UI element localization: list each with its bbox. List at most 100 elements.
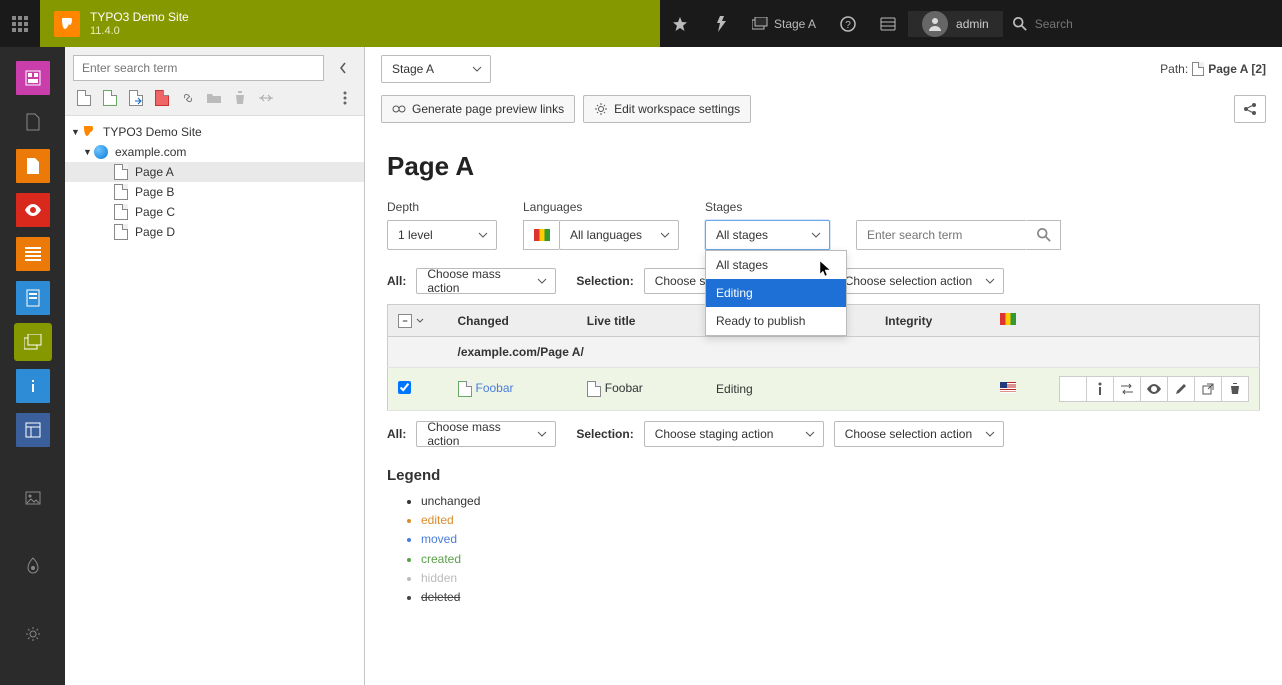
filter-search-wrap	[856, 220, 1027, 250]
stages-option-all[interactable]: All stages	[706, 251, 846, 279]
module-view[interactable]	[16, 193, 50, 227]
tree-more-icon[interactable]	[336, 89, 354, 107]
app-switcher-button[interactable]	[0, 0, 40, 47]
legend-deleted: deleted	[421, 588, 1260, 607]
tree-page-label: Page C	[135, 205, 175, 219]
module-listalt[interactable]	[16, 237, 50, 271]
legend-hidden: hidden	[421, 569, 1260, 588]
expand-all-toggle[interactable]: −	[398, 314, 438, 328]
module-media[interactable]	[16, 481, 50, 515]
row-preview-button[interactable]	[1140, 376, 1168, 402]
stages-dropdown: All stages Editing Ready to publish	[705, 250, 847, 336]
depth-select[interactable]: 1 level	[387, 220, 497, 250]
mass-action-select-bottom[interactable]: Choose mass action	[416, 421, 556, 447]
new-link-icon[interactable]	[179, 89, 197, 107]
delete-icon[interactable]	[231, 89, 249, 107]
generate-preview-button[interactable]: Generate page preview links	[381, 95, 575, 123]
languages-value: All languages	[570, 228, 642, 242]
top-bar: TYPO3 Demo Site 11.4.0 Stage A ? admin	[0, 0, 1282, 47]
tree-page-c[interactable]: Page C	[65, 202, 364, 222]
stages-select[interactable]: All stages	[705, 220, 830, 250]
language-flag-icon	[523, 220, 559, 250]
languages-select[interactable]: All languages	[559, 220, 679, 250]
mass-action-row-bottom: All: Choose mass action Selection: Choos…	[387, 421, 1260, 447]
all-label: All:	[387, 427, 406, 441]
user-menu[interactable]: admin	[908, 11, 1003, 37]
module-upgrade[interactable]	[16, 549, 50, 583]
tree-page-a[interactable]: Page A	[65, 162, 364, 182]
new-shortcut-icon[interactable]	[127, 89, 145, 107]
tree-root-label: TYPO3 Demo Site	[103, 125, 202, 139]
row-swap-button[interactable]	[1113, 376, 1141, 402]
selection-action-select-top[interactable]: Choose selection action	[834, 268, 1004, 294]
module-workspaces[interactable]	[16, 325, 50, 359]
row-edit-button[interactable]	[1167, 376, 1195, 402]
tree-page-d[interactable]: Page D	[65, 222, 364, 242]
share-button[interactable]	[1234, 95, 1266, 123]
workspace-indicator[interactable]: Stage A	[740, 17, 828, 31]
depth-label: Depth	[387, 200, 497, 214]
staging-action-select-bottom[interactable]: Choose staging action	[644, 421, 824, 447]
svg-text:?: ?	[845, 20, 851, 31]
workspace-settings-label: Edit workspace settings	[614, 102, 740, 116]
record-icon	[587, 381, 601, 397]
new-folder-icon[interactable]	[205, 89, 223, 107]
filter-search-input[interactable]	[857, 221, 1027, 249]
global-search-input[interactable]	[1035, 17, 1235, 31]
notifications-button[interactable]	[868, 0, 908, 47]
help-button[interactable]: ?	[828, 0, 868, 47]
all-label: All:	[387, 274, 406, 288]
module-page[interactable]	[16, 61, 50, 95]
module-info[interactable]	[16, 369, 50, 403]
generate-preview-label: Generate page preview links	[412, 102, 564, 116]
tree-site[interactable]: ▼example.com	[65, 142, 364, 162]
table-row: Foobar Foobar Editing	[388, 368, 1260, 411]
row-checkbox[interactable]	[398, 381, 411, 394]
global-search[interactable]	[1003, 17, 1245, 31]
path-label: Path:	[1160, 62, 1188, 76]
bookmark-button[interactable]	[660, 0, 700, 47]
stages-option-editing[interactable]: Editing	[706, 279, 846, 307]
module-list[interactable]	[16, 149, 50, 183]
legend: Legend unchanged edited moved created hi…	[387, 467, 1260, 607]
row-delete-button[interactable]	[1221, 376, 1249, 402]
user-avatar-icon	[922, 11, 948, 37]
group-path: /example.com/Page A/	[448, 337, 1260, 368]
new-page-icon[interactable]	[75, 89, 93, 107]
row-stage: Editing	[706, 368, 875, 411]
table-group-row[interactable]: /example.com/Page A/	[388, 337, 1260, 368]
stages-option-ready[interactable]: Ready to publish	[706, 307, 846, 335]
row-expand-button[interactable]	[1059, 376, 1087, 402]
legend-edited: edited	[421, 511, 1260, 530]
col-changed: Changed	[448, 305, 577, 337]
selection-label: Selection:	[576, 274, 633, 288]
module-filelist[interactable]	[16, 105, 50, 139]
module-template[interactable]	[16, 413, 50, 447]
tree-search-input[interactable]	[73, 55, 324, 81]
page-tree: ▼TYPO3 Demo Site ▼example.com Page A Pag…	[65, 115, 364, 685]
module-settings[interactable]	[16, 617, 50, 651]
filter-search-button[interactable]	[1027, 220, 1061, 250]
username: admin	[956, 17, 989, 31]
new-page-hide-icon[interactable]	[101, 89, 119, 107]
breadcrumb: Path: Page A [2]	[1160, 62, 1266, 76]
cache-flush-button[interactable]	[700, 0, 740, 47]
new-mount-icon[interactable]	[153, 89, 171, 107]
collapse-tree-button[interactable]	[330, 55, 356, 81]
workspace-title-link[interactable]: Foobar	[476, 381, 514, 395]
tree-page-label: Page D	[135, 225, 175, 239]
selection-action-select-bottom[interactable]: Choose selection action	[834, 421, 1004, 447]
mass-action-select-top[interactable]: Choose mass action	[416, 268, 556, 294]
workspace-settings-button[interactable]: Edit workspace settings	[583, 95, 751, 123]
depth-value: 1 level	[398, 228, 433, 242]
row-open-button[interactable]	[1194, 376, 1222, 402]
module-forms[interactable]	[16, 281, 50, 315]
row-info-button[interactable]	[1086, 376, 1114, 402]
workspace-select[interactable]: Stage A	[381, 55, 491, 83]
tree-page-b[interactable]: Page B	[65, 182, 364, 202]
selection-label: Selection:	[576, 427, 633, 441]
topbar-actions: Stage A ? admin	[660, 0, 1245, 47]
typo3-logo	[54, 11, 80, 37]
tree-root[interactable]: ▼TYPO3 Demo Site	[65, 122, 364, 142]
divider-icon[interactable]	[257, 89, 275, 107]
